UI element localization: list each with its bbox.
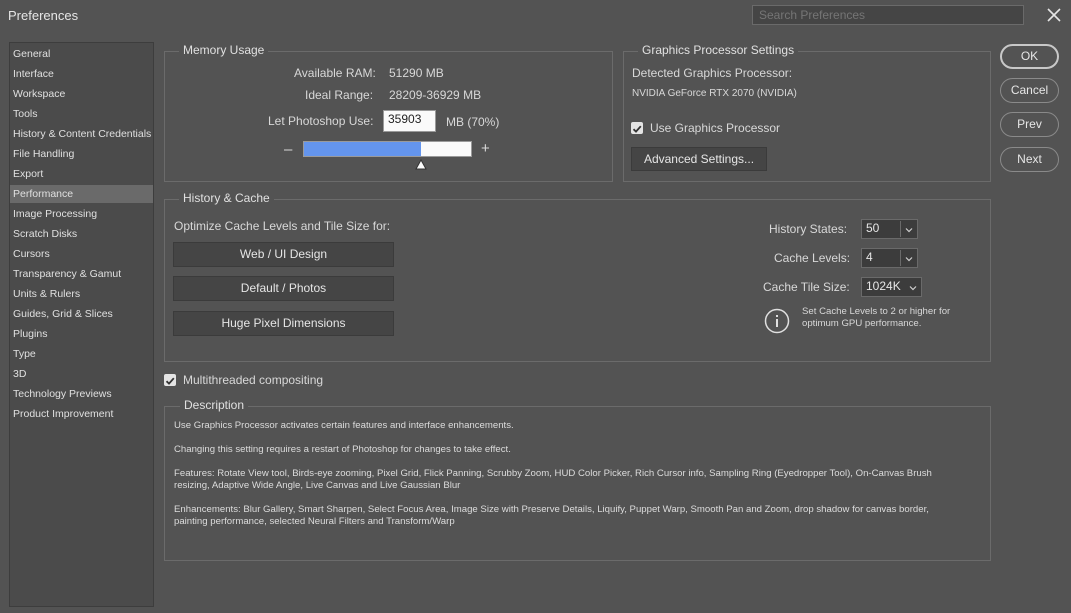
sidebar-item-technology-previews[interactable]: Technology Previews [10,385,153,403]
description-enhancements-line2: painting performance, selected Neural Fi… [174,516,455,527]
description-paragraph-1: Use Graphics Processor activates certain… [174,420,514,431]
advanced-settings-button[interactable]: Advanced Settings... [631,147,767,171]
memory-amount-input[interactable]: 35903 [383,110,436,132]
multithreaded-compositing-label: Multithreaded compositing [183,373,324,387]
available-ram-label: Available RAM: [294,66,376,80]
window-title: Preferences [8,8,79,23]
sidebar-item-tools[interactable]: Tools [10,105,153,123]
huge-pixel-dimensions-button[interactable]: Huge Pixel Dimensions [173,311,394,336]
close-icon[interactable] [1044,5,1064,25]
memory-slider-fill [304,142,421,156]
select-divider [900,250,901,266]
cache-levels-value: 4 [866,250,873,264]
history-states-label: History States: [769,222,848,236]
default-photos-button[interactable]: Default / Photos [173,276,394,301]
multithreaded-compositing-checkbox[interactable] [164,374,176,386]
optimize-label: Optimize Cache Levels and Tile Size for: [174,219,391,233]
memory-slider-handle[interactable] [415,158,427,176]
sidebar-item-image-processing[interactable]: Image Processing [10,205,153,223]
sidebar-item-transparency-gamut[interactable]: Transparency & Gamut [10,265,153,283]
memory-slider-track[interactable] [303,141,472,157]
description-features-line1: Features: Rotate View tool, Birds-eye zo… [174,468,932,479]
chevron-down-icon [908,282,918,292]
history-cache-legend: History & Cache [179,191,274,205]
memory-unit-label: MB (70%) [446,115,500,129]
description-features-line2: resizing, Adaptive Wide Angle, Live Canv… [174,480,461,491]
sidebar-item-plugins[interactable]: Plugins [10,325,153,343]
cancel-button[interactable]: Cancel [1000,78,1059,103]
prev-button[interactable]: Prev [1000,112,1059,137]
sidebar-item-workspace[interactable]: Workspace [10,85,153,103]
sidebar-item-general[interactable]: General [10,45,153,63]
detected-gpu-value: NVIDIA GeForce RTX 2070 (NVIDIA) [632,88,797,99]
ideal-range-label: Ideal Range: [305,88,374,102]
sidebar-item-performance[interactable]: Performance [10,185,153,203]
cache-tile-size-label: Cache Tile Size: [763,280,850,294]
sidebar-item-interface[interactable]: Interface [10,65,153,83]
sidebar-item-file-handling[interactable]: File Handling [10,145,153,163]
let-photoshop-use-label: Let Photoshop Use: [268,114,374,128]
chevron-down-icon [904,224,914,234]
cache-tile-size-select[interactable]: 1024K [861,277,922,297]
history-states-select[interactable]: 50 [861,219,918,239]
info-text-line1: Set Cache Levels to 2 or higher for [802,306,951,317]
sidebar-item-scratch-disks[interactable]: Scratch Disks [10,225,153,243]
sidebar-item-cursors[interactable]: Cursors [10,245,153,263]
sidebar-item-history-content-credentials[interactable]: History & Content Credentials [10,125,153,143]
sidebar-item-export[interactable]: Export [10,165,153,183]
cache-levels-label: Cache Levels: [774,251,851,265]
cache-levels-select[interactable]: 4 [861,248,918,268]
web-ui-design-button[interactable]: Web / UI Design [173,242,394,267]
ideal-range-value: 28209-36929 MB [389,88,482,102]
available-ram-value: 51290 MB [389,66,444,80]
sidebar-item-units-rulers[interactable]: Units & Rulers [10,285,153,303]
memory-usage-legend: Memory Usage [179,43,269,57]
description-enhancements-line1: Enhancements: Blur Gallery, Smart Sharpe… [174,504,929,515]
preferences-sidebar: General Interface Workspace Tools Histor… [9,42,154,607]
graphics-processor-legend: Graphics Processor Settings [638,43,799,57]
cache-tile-size-value: 1024K [866,279,901,293]
increase-memory-button[interactable]: + [481,140,490,157]
search-preferences-input[interactable] [752,5,1024,25]
select-divider [900,221,901,237]
sidebar-item-type[interactable]: Type [10,345,153,363]
next-button[interactable]: Next [1000,147,1059,172]
description-legend: Description [180,398,249,412]
history-states-value: 50 [866,221,880,235]
info-icon [764,308,790,339]
chevron-down-icon [904,253,914,263]
detected-gpu-label: Detected Graphics Processor: [632,66,793,80]
sidebar-item-product-improvement[interactable]: Product Improvement [10,405,153,423]
use-gpu-label: Use Graphics Processor [650,121,781,135]
description-paragraph-2: Changing this setting requires a restart… [174,444,511,455]
info-text-line2: optimum GPU performance. [802,318,922,329]
sidebar-item-guides-grid-slices[interactable]: Guides, Grid & Slices [10,305,153,323]
ok-button[interactable]: OK [1000,44,1059,69]
use-gpu-checkbox[interactable] [631,122,643,134]
sidebar-item-3d[interactable]: 3D [10,365,153,383]
decrease-memory-button[interactable]: – [284,141,292,158]
